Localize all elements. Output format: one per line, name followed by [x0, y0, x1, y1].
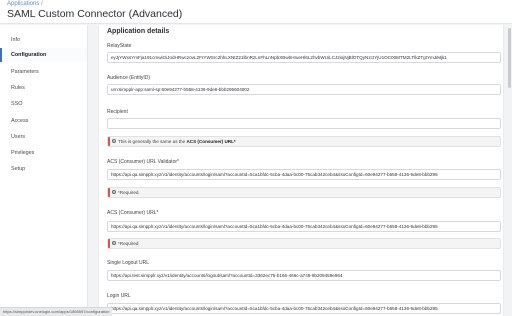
login-url-input[interactable]: https://api.qa.simpplr.xyz/v1/identity/a… [107, 303, 501, 314]
sidebar-item-rules[interactable]: Rules [0, 81, 87, 95]
acs-validator-required: i *Required. [107, 187, 501, 198]
sidebar-item-privileges[interactable]: Privileges [0, 146, 87, 160]
relaystate-input[interactable]: eyJjYWxsYmFja191cmwiOiJodHRwczovL2FrYWSr… [107, 52, 501, 63]
sidebar-item-sso[interactable]: SSO [0, 97, 87, 111]
audience-label: Audience (EntityID) [107, 75, 151, 81]
sidebar-item-users[interactable]: Users [0, 130, 87, 144]
info-icon: i [112, 139, 116, 143]
acs-validator-required-text: *Required. [118, 190, 140, 195]
hint-accent-bar [108, 137, 110, 146]
recipient-hint: i This is generally the same as the ACS … [107, 136, 501, 147]
section-title: Application details [107, 28, 170, 35]
acs-url-input[interactable]: https://api.qa.simpplr.xyz/v1/identity/a… [107, 221, 501, 232]
audience-input[interactable]: urn:simpplr-app:saml-sp:60e94277-b558-41… [107, 84, 501, 95]
recipient-hint-bold: ACS (Consumer) URL* [186, 139, 236, 144]
info-icon: i [112, 190, 116, 194]
acs-url-label: ACS (Consumer) URL* [107, 210, 159, 216]
sidebar-item-setup[interactable]: Setup [0, 162, 87, 176]
acs-validator-input[interactable]: https://api.qa.simpplr.xyz/v1/identity/a… [107, 169, 501, 180]
breadcrumb[interactable]: Applications / [7, 1, 43, 7]
status-bar-url: https://simpplrdev.onelogin.com/apps/189… [0, 307, 113, 316]
single-logout-input[interactable]: https://api.test.simpplr.xyz/v1/identity… [107, 270, 501, 281]
application-details-panel: Application details RelayState eyJjYWxsY… [98, 25, 504, 316]
single-logout-label: Single Logout URL [107, 260, 149, 266]
required-accent-bar [108, 188, 110, 197]
recipient-label: Recipient [107, 109, 128, 115]
acs-url-required: i *Required [107, 238, 501, 249]
required-accent-bar [108, 239, 110, 248]
acs-validator-label: ACS (Consumer) URL Validator* [107, 159, 179, 165]
page-scrollbar[interactable] [508, 28, 511, 88]
sidebar-item-configuration[interactable]: Configuration [0, 48, 87, 62]
sidebar-item-access[interactable]: Access [0, 114, 87, 128]
page-title: SAML Custom Connector (Advanced) [7, 8, 183, 20]
sidebar-item-info[interactable]: Info [0, 33, 87, 47]
recipient-input[interactable] [107, 118, 501, 129]
relaystate-label: RelayState [107, 43, 132, 49]
sidebar-item-parameters[interactable]: Parameters [0, 65, 87, 79]
page-header: Applications / SAML Custom Connector (Ad… [0, 0, 512, 24]
login-url-label: Login URL [107, 293, 131, 299]
info-icon: i [112, 241, 116, 245]
acs-url-required-text: *Required [118, 241, 139, 246]
sidebar: Info Configuration Parameters Rules SSO … [0, 25, 88, 316]
recipient-hint-text: This is generally the same as the [118, 139, 187, 144]
